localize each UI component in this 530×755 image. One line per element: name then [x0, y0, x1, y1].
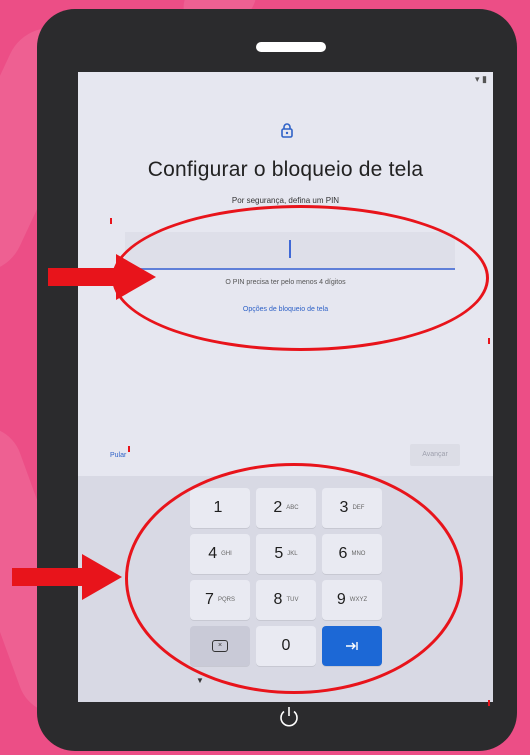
speaker-slot — [256, 42, 326, 52]
right-arrow-icon — [48, 254, 156, 300]
red-mark — [488, 700, 490, 706]
status-icons: ▾ ▮ — [475, 74, 487, 84]
power-icon[interactable] — [277, 705, 301, 729]
skip-button[interactable]: Pular — [110, 452, 126, 459]
red-mark — [110, 218, 112, 224]
red-mark — [488, 338, 490, 344]
lock-icon — [281, 123, 293, 138]
page-subtitle: Por segurança, defina um PIN — [231, 196, 340, 205]
next-button[interactable]: Avançar — [410, 444, 460, 466]
page-title: Configurar o bloqueio de tela — [147, 158, 424, 181]
highlight-ellipse-keypad — [125, 463, 463, 694]
nav-down-icon[interactable]: ▼ — [196, 676, 204, 685]
right-arrow-icon — [12, 554, 122, 600]
highlight-ellipse-pin — [112, 205, 489, 351]
red-mark — [128, 446, 130, 452]
